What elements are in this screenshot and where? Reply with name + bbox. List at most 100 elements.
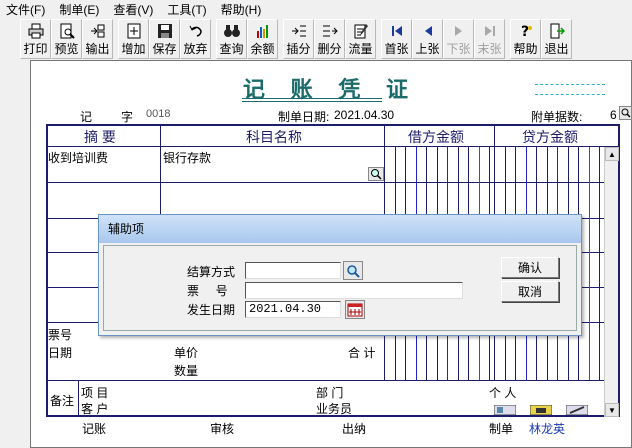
- aux-folder-icon[interactable]: [529, 404, 553, 418]
- scroll-up-icon[interactable]: ▲: [605, 147, 619, 161]
- customer-label: 客 户: [81, 402, 109, 416]
- settle-method-input[interactable]: [245, 262, 341, 279]
- date-label: 制单日期:: [278, 110, 330, 124]
- occur-date-label: 发生日期: [187, 303, 236, 317]
- date-value[interactable]: 2021.04.30: [334, 108, 394, 122]
- unit-price-label: 单价: [174, 346, 199, 360]
- save-icon: [156, 22, 174, 40]
- row-summary-cell[interactable]: 收到培训费: [48, 149, 108, 166]
- binoculars-icon: [223, 22, 241, 40]
- ticket-no-dialog-label: 票 号: [187, 284, 228, 298]
- maker-label: 制单: [489, 422, 514, 436]
- printer-icon: [27, 22, 45, 40]
- insert-row-icon: [290, 22, 308, 40]
- next-icon: [450, 22, 468, 40]
- total-label: 合 计: [348, 346, 376, 360]
- menu-file[interactable]: 文件(F): [6, 1, 45, 18]
- aux-tool-icon[interactable]: [565, 404, 589, 418]
- help-icon: ?: [517, 22, 535, 40]
- settle-search-icon[interactable]: [343, 261, 363, 280]
- undo-icon: [187, 22, 205, 40]
- voucher-title: 记 账 凭 证: [243, 77, 417, 103]
- project-label: 项 目: [81, 386, 109, 400]
- quantity-label: 数量: [174, 364, 199, 378]
- help-button[interactable]: ? 帮助: [510, 19, 541, 59]
- balance-chart-icon: [254, 22, 272, 40]
- ticket-no-label: 票号: [48, 328, 73, 342]
- insert-entry-button[interactable]: 插分: [283, 19, 314, 59]
- print-button[interactable]: 打印: [20, 19, 51, 59]
- prev-icon: [419, 22, 437, 40]
- grid-col-line: [78, 380, 79, 417]
- title-underline-2: [242, 101, 382, 102]
- menu-edit[interactable]: 制单(E): [59, 1, 99, 18]
- col-debit-header: 借方金额: [408, 129, 464, 145]
- first-icon: [388, 22, 406, 40]
- calendar-icon[interactable]: [345, 300, 365, 319]
- add-icon: [125, 22, 143, 40]
- department-label: 部 门: [316, 386, 344, 400]
- ticket-no-input[interactable]: [245, 282, 463, 299]
- grid-scrollbar[interactable]: ▲ ▼: [604, 147, 619, 417]
- add-button[interactable]: 增加: [118, 19, 149, 59]
- query-button[interactable]: 查询: [216, 19, 247, 59]
- exit-icon: [548, 22, 566, 40]
- occur-date-input[interactable]: 2021.04.30: [245, 301, 341, 318]
- export-button[interactable]: 输出: [82, 19, 113, 59]
- preview-button[interactable]: 预览: [51, 19, 82, 59]
- first-button[interactable]: 首张: [381, 19, 412, 59]
- delete-row-icon: [321, 22, 339, 40]
- col-account-header: 科目名称: [246, 129, 302, 145]
- svg-text:?: ?: [521, 24, 529, 39]
- col-credit-header: 贷方金额: [522, 129, 578, 145]
- voucher-no-value[interactable]: 0018: [146, 108, 170, 120]
- last-icon: [481, 22, 499, 40]
- ok-button[interactable]: 确认: [501, 257, 559, 278]
- remark-label: 备注: [50, 394, 75, 408]
- money-digit-line: [588, 147, 590, 380]
- maker-name: 林龙英: [529, 422, 566, 436]
- col-summary-header: 摘 要: [84, 129, 116, 145]
- bookkeeper-label: 记账: [82, 422, 107, 436]
- aux-card-icon[interactable]: [493, 404, 517, 418]
- cancel-button[interactable]: 取消: [501, 281, 559, 302]
- title-underline: [242, 98, 382, 99]
- next-button[interactable]: 下张: [443, 19, 474, 59]
- dash-line-1: [535, 84, 605, 85]
- toolbar: 打印 预览 输出 增加 保存 放弃 查询 余额 插分 删分 流量 首张 上张 下…: [20, 19, 572, 59]
- save-button[interactable]: 保存: [149, 19, 180, 59]
- delete-entry-button[interactable]: 删分: [314, 19, 345, 59]
- account-search-icon[interactable]: [368, 167, 384, 181]
- salesman-label: 业务员: [316, 402, 353, 416]
- scroll-down-icon[interactable]: ▼: [605, 403, 619, 417]
- grid-row-line: [46, 182, 620, 183]
- attach-search-icon[interactable]: [619, 106, 632, 120]
- attachments-value[interactable]: 6: [610, 108, 617, 122]
- dash-line-2: [535, 94, 605, 95]
- balance-button[interactable]: 余额: [247, 19, 278, 59]
- cashflow-icon: [352, 22, 370, 40]
- cashier-label: 出纳: [342, 422, 367, 436]
- prev-button[interactable]: 上张: [412, 19, 443, 59]
- menu-help[interactable]: 帮助(H): [221, 1, 262, 18]
- export-icon: [89, 22, 107, 40]
- voucher-type-label[interactable]: 记: [80, 108, 92, 125]
- grid-row-line: [46, 380, 620, 381]
- menu-view[interactable]: 查看(V): [113, 1, 153, 18]
- exit-button[interactable]: 退出: [541, 19, 572, 59]
- money-digit-line: [599, 147, 600, 380]
- person-label: 个 人: [489, 386, 517, 400]
- voucher-no-label: 字: [121, 110, 134, 124]
- menu-bar: 文件(F) 制单(E) 查看(V) 工具(T) 帮助(H): [0, 0, 632, 18]
- row-account-cell[interactable]: 银行存款: [163, 149, 211, 166]
- settle-method-label: 结算方式: [187, 265, 236, 279]
- last-button[interactable]: 末张: [474, 19, 505, 59]
- attachments-label: 附单据数:: [531, 110, 583, 124]
- bottom-date-label: 日期: [48, 346, 73, 360]
- aux-items-dialog: 辅助项 结算方式 票 号 发生日期 2021.04.30 确认 取消: [98, 214, 582, 336]
- cashflow-button[interactable]: 流量: [345, 19, 376, 59]
- menu-tools[interactable]: 工具(T): [167, 1, 206, 18]
- dialog-title: 辅助项: [99, 215, 581, 243]
- discard-button[interactable]: 放弃: [180, 19, 211, 59]
- preview-icon: [58, 22, 76, 40]
